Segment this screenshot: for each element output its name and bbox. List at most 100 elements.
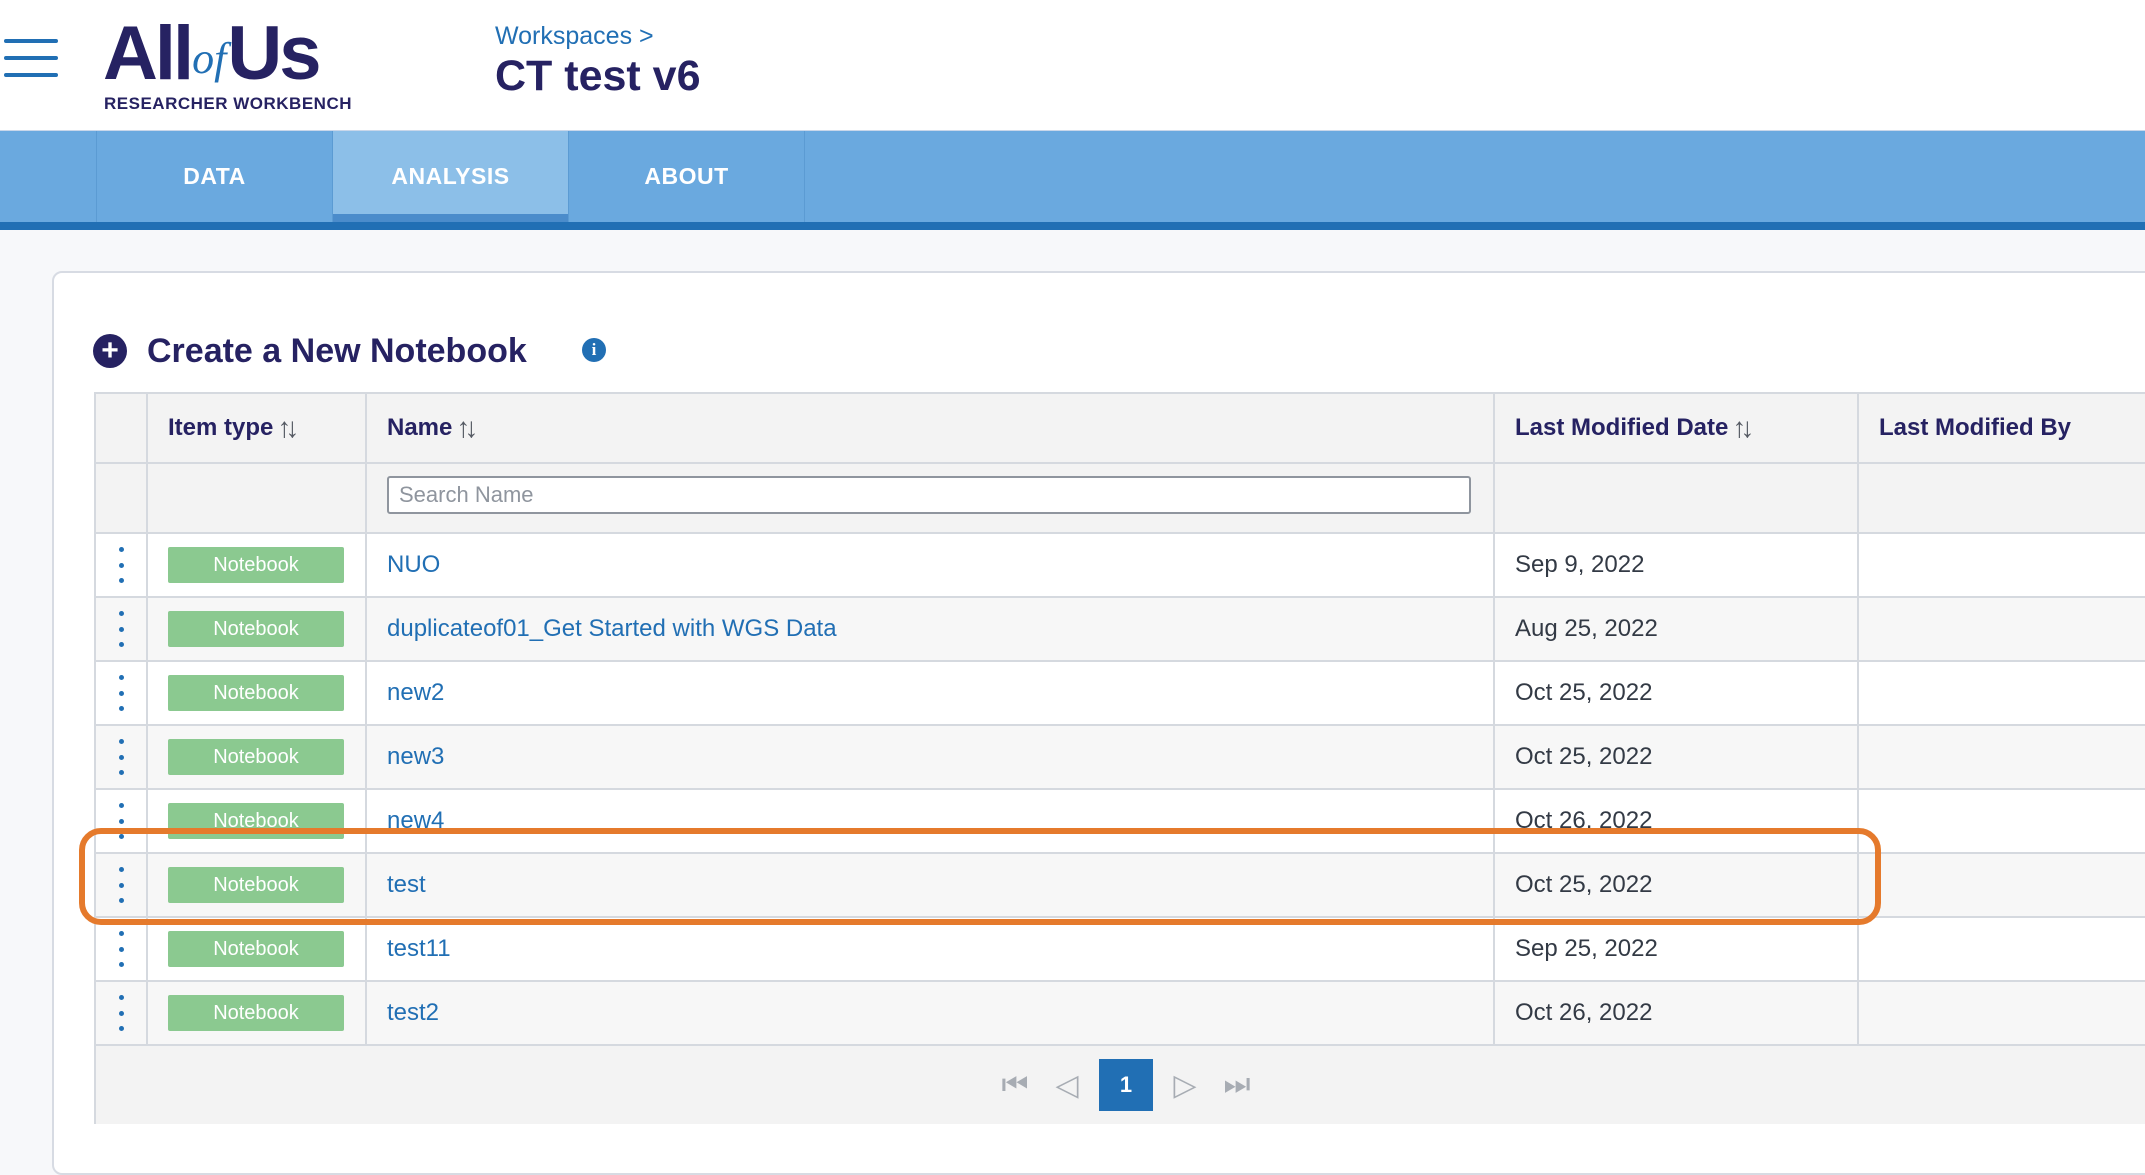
- table-row: Notebook duplicateof01_Get Started with W…: [96, 598, 2145, 662]
- table-row: Notebook test2 Oct 26, 2022: [96, 982, 2145, 1046]
- kebab-menu-icon[interactable]: [116, 867, 126, 903]
- table-row: Notebook new3 Oct 25, 2022: [96, 726, 2145, 790]
- item-type-badge: Notebook: [168, 547, 344, 583]
- name-cell: NUO: [367, 534, 1495, 596]
- last-modified-date: Sep 25, 2022: [1515, 935, 1658, 962]
- modified-by-cell: [1859, 918, 2145, 980]
- item-type-badge: Notebook: [168, 803, 344, 839]
- search-name-input[interactable]: [387, 476, 1471, 514]
- date-cell: Aug 25, 2022: [1495, 598, 1859, 660]
- date-cell: Oct 26, 2022: [1495, 982, 1859, 1044]
- last-page-icon[interactable]: ⏭: [1217, 1059, 1257, 1111]
- info-icon[interactable]: i: [582, 338, 606, 362]
- table-header-row: Item type ↑↓ Name ↑↓ Last Modified Date ↑↓ …: [96, 394, 2145, 464]
- last-modified-date: Sep 9, 2022: [1515, 551, 1645, 578]
- notebook-name-link[interactable]: test2: [387, 999, 439, 1027]
- notebook-name-link[interactable]: test: [387, 871, 426, 899]
- modified-by-cell: [1859, 726, 2145, 788]
- column-header-last-modified-by: Last Modified By: [1859, 394, 2145, 462]
- item-type-cell: Notebook: [148, 534, 367, 596]
- tab-about[interactable]: ABOUT: [568, 131, 805, 222]
- name-cell: duplicateof01_Get Started with WGS Data: [367, 598, 1495, 660]
- notebook-table: Item type ↑↓ Name ↑↓ Last Modified Date ↑↓ …: [94, 392, 2145, 1124]
- sort-icon[interactable]: ↑↓: [456, 412, 478, 444]
- item-type-badge: Notebook: [168, 931, 344, 967]
- workspace-tab-bar: DATA ANALYSIS ABOUT: [0, 131, 2145, 230]
- sort-icon[interactable]: ↑↓: [277, 412, 299, 444]
- row-menu-cell: [96, 534, 148, 596]
- notebook-name-link[interactable]: NUO: [387, 551, 440, 579]
- notebook-name-link[interactable]: test11: [387, 935, 451, 963]
- column-header-item-type[interactable]: Item type ↑↓: [148, 394, 367, 462]
- row-menu-cell: [96, 982, 148, 1044]
- row-menu-cell: [96, 726, 148, 788]
- tab-data[interactable]: DATA: [96, 131, 332, 222]
- item-type-cell: Notebook: [148, 662, 367, 724]
- page-number-button[interactable]: 1: [1099, 1059, 1153, 1111]
- name-cell: test2: [367, 982, 1495, 1044]
- item-type-badge: Notebook: [168, 675, 344, 711]
- column-header-name[interactable]: Name ↑↓: [367, 394, 1495, 462]
- column-header-last-modified-date[interactable]: Last Modified Date ↑↓: [1495, 394, 1859, 462]
- kebab-menu-icon[interactable]: [116, 675, 126, 711]
- last-modified-date: Oct 26, 2022: [1515, 999, 1653, 1026]
- notebook-name-link[interactable]: new3: [387, 743, 444, 771]
- first-page-icon[interactable]: ⏮: [995, 1059, 1035, 1111]
- kebab-menu-icon[interactable]: [116, 739, 126, 775]
- name-cell: new4: [367, 790, 1495, 852]
- pagination: ⏮ ◁ 1 ▷ ⏭: [96, 1046, 2145, 1124]
- kebab-menu-icon[interactable]: [116, 611, 126, 647]
- kebab-menu-icon[interactable]: [116, 931, 126, 967]
- kebab-menu-icon[interactable]: [116, 995, 126, 1031]
- sort-icon[interactable]: ↑↓: [1732, 412, 1754, 444]
- item-type-cell: Notebook: [148, 854, 367, 916]
- hamburger-menu-icon[interactable]: [4, 36, 58, 80]
- table-body: Notebook NUO Sep 9, 2022 Notebook duplicateo…: [96, 534, 2145, 1046]
- table-filter-row: [96, 464, 2145, 534]
- notebook-name-link[interactable]: duplicateof01_Get Started with WGS Data: [387, 615, 837, 643]
- logo-subtitle: RESEARCHER WORKBENCH: [104, 94, 353, 113]
- item-type-cell: Notebook: [148, 726, 367, 788]
- next-page-icon[interactable]: ▷: [1165, 1059, 1205, 1111]
- kebab-menu-icon[interactable]: [116, 547, 126, 583]
- date-cell: Oct 25, 2022: [1495, 726, 1859, 788]
- tab-analysis[interactable]: ANALYSIS: [332, 131, 568, 222]
- notebook-name-link[interactable]: new2: [387, 679, 444, 707]
- row-menu-cell: [96, 662, 148, 724]
- item-type-cell: Notebook: [148, 598, 367, 660]
- date-cell: Oct 26, 2022: [1495, 790, 1859, 852]
- date-cell: Sep 9, 2022: [1495, 534, 1859, 596]
- workspace-title: CT test v6: [495, 52, 701, 100]
- last-modified-date: Oct 25, 2022: [1515, 871, 1653, 898]
- item-type-badge: Notebook: [168, 995, 344, 1031]
- item-type-badge: Notebook: [168, 867, 344, 903]
- table-row: Notebook test11 Sep 25, 2022: [96, 918, 2145, 982]
- name-cell: new2: [367, 662, 1495, 724]
- table-row: Notebook new2 Oct 25, 2022: [96, 662, 2145, 726]
- modified-by-cell: [1859, 662, 2145, 724]
- breadcrumb-workspaces[interactable]: Workspaces >: [495, 22, 654, 51]
- date-cell: Sep 25, 2022: [1495, 918, 1859, 980]
- plus-circle-icon: +: [93, 334, 127, 368]
- previous-page-icon[interactable]: ◁: [1047, 1059, 1087, 1111]
- create-new-notebook-button[interactable]: + Create a New Notebook: [93, 326, 527, 376]
- last-modified-date: Oct 26, 2022: [1515, 807, 1653, 834]
- name-cell: test: [367, 854, 1495, 916]
- item-type-cell: Notebook: [148, 790, 367, 852]
- header-menu-cell: [96, 394, 148, 462]
- last-modified-date: Oct 25, 2022: [1515, 743, 1653, 770]
- item-type-cell: Notebook: [148, 918, 367, 980]
- filter-name-cell: [367, 464, 1495, 532]
- name-cell: test11: [367, 918, 1495, 980]
- modified-by-cell: [1859, 982, 2145, 1044]
- date-cell: Oct 25, 2022: [1495, 662, 1859, 724]
- create-new-notebook-label: Create a New Notebook: [147, 331, 527, 370]
- row-menu-cell: [96, 790, 148, 852]
- table-row: Notebook NUO Sep 9, 2022: [96, 534, 2145, 598]
- all-of-us-logo[interactable]: AllofUs RESEARCHER WORKBENCH: [103, 14, 373, 114]
- kebab-menu-icon[interactable]: [116, 803, 126, 839]
- modified-by-cell: [1859, 790, 2145, 852]
- item-type-cell: Notebook: [148, 982, 367, 1044]
- notebook-name-link[interactable]: new4: [387, 807, 444, 835]
- date-cell: Oct 25, 2022: [1495, 854, 1859, 916]
